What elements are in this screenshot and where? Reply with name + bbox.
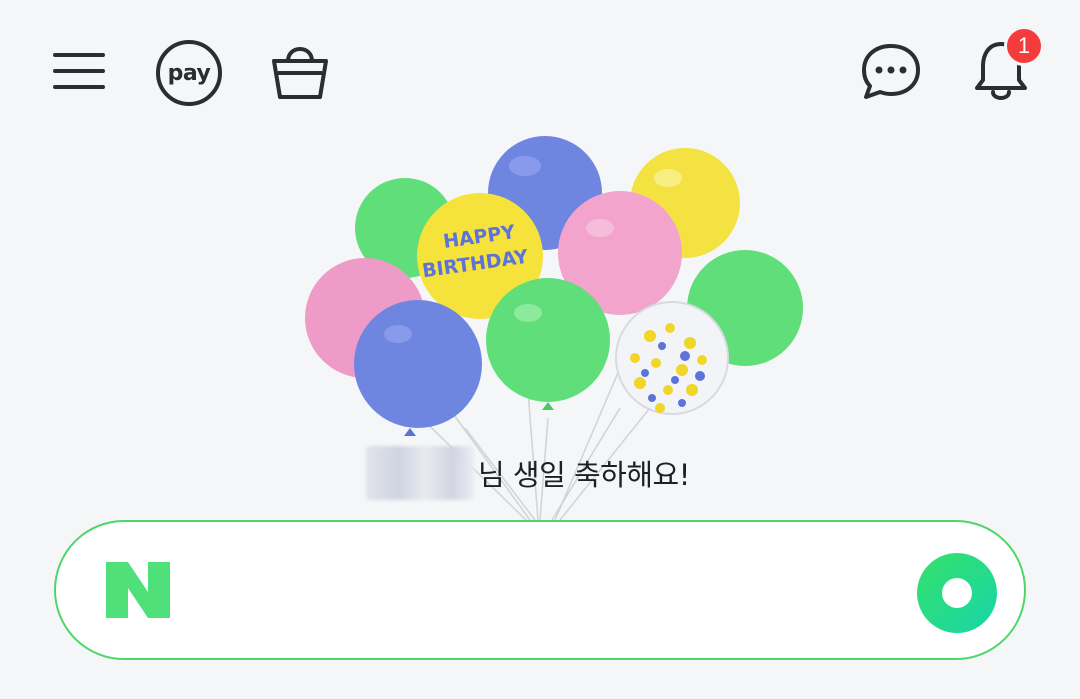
menu-button[interactable]: [48, 40, 110, 102]
search-input[interactable]: [200, 545, 894, 637]
pay-icon: pay: [156, 40, 222, 106]
shopping-button[interactable]: [266, 34, 334, 106]
green-lens-icon[interactable]: [916, 552, 998, 634]
pay-button[interactable]: pay: [152, 36, 226, 110]
chat-icon: [862, 44, 920, 99]
chat-button[interactable]: [858, 40, 924, 102]
top-bar: pay 1: [0, 0, 1080, 140]
naver-logo-icon: [106, 562, 170, 618]
shopping-bag-icon: [272, 47, 328, 99]
pay-label: pay: [167, 60, 211, 86]
blurred-username: [366, 446, 474, 500]
greeting-text: 님 생일 축하해요!: [478, 458, 690, 492]
birthday-greeting: 님 생일 축하해요!: [366, 446, 690, 500]
notification-badge: 1: [1004, 26, 1044, 66]
menu-icon: [53, 53, 105, 89]
